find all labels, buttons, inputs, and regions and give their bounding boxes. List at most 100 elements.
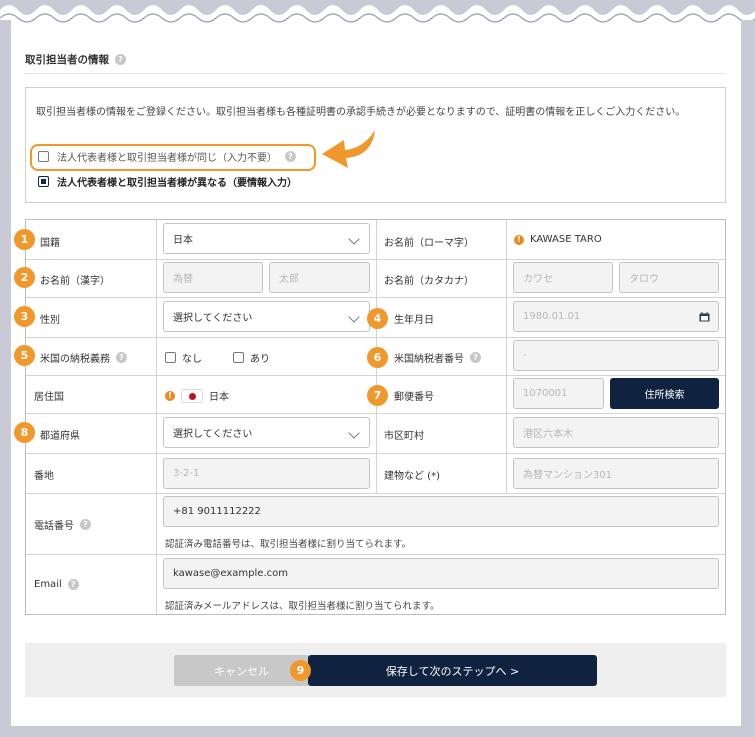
- label-phone: 電話番号 ?: [34, 517, 91, 532]
- residence-display: ! 日本: [165, 388, 229, 403]
- label-city: 市区町村: [384, 431, 424, 442]
- label-prefecture: 都道府県: [40, 431, 80, 442]
- chevron-down-icon: [348, 233, 360, 245]
- label-email: Email ?: [34, 579, 79, 590]
- label-residence: 居住国: [34, 392, 64, 403]
- row-street: 番地 3-2-1 建物など (*) 為替マンション301: [26, 454, 725, 494]
- label-us-tax-id: 米国納税者番号 ?: [394, 350, 481, 365]
- placeholder-text: 1980.01.01: [523, 311, 581, 322]
- label-name-romaji: お名前（ローマ字）: [384, 238, 474, 249]
- label-gender: 性別: [40, 315, 60, 326]
- placeholder-text: 3-2-1: [173, 468, 200, 479]
- label-nationality: 国籍: [40, 238, 60, 249]
- label-name-kana: お名前（カタカナ）: [384, 276, 474, 287]
- divider: [25, 73, 726, 74]
- step-badge-6: 6: [367, 347, 388, 368]
- step-badge-4: 4: [367, 308, 388, 329]
- help-icon[interactable]: ?: [470, 352, 481, 363]
- phone-note: 認証済み電話番号は、取引担当者様に割り当てられます。: [165, 539, 412, 550]
- label-building: 建物など (*): [384, 471, 440, 482]
- us-tax-yes-label: あり: [250, 354, 270, 365]
- contact-form-table: 1 国籍 日本 お名前（ローマ字） ! KAWASE TARO 2 お名前（漢字…: [14, 219, 726, 616]
- label-us-tax-text: 米国の納税義務: [40, 354, 110, 365]
- name-kanji-last-input[interactable]: 為替: [163, 262, 263, 293]
- row-nationality: 1 国籍 日本 お名前（ローマ字） ! KAWASE TARO: [14, 220, 725, 260]
- placeholder-text: 1070001: [523, 388, 568, 399]
- address-search-button[interactable]: 住所検索: [610, 378, 719, 409]
- name-kana-last-input[interactable]: カワセ: [513, 262, 613, 293]
- step-badge-8: 8: [14, 422, 35, 443]
- street-input[interactable]: 3-2-1: [163, 458, 370, 489]
- label-name-kanji: お名前（漢字）: [40, 276, 110, 287]
- chevron-down-icon: [348, 427, 360, 439]
- save-next-button[interactable]: 保存して次のステップへ >: [308, 655, 597, 686]
- row-gender: 3 性別 選択してください 4 生年月日 1980.01.01: [14, 298, 725, 338]
- help-icon[interactable]: ?: [115, 54, 126, 65]
- row-us-tax: 5 米国の納税義務 ? なし あり 6 米国納税者番号 ? -: [14, 338, 725, 376]
- us-tax-option-yes[interactable]: あり: [233, 350, 270, 365]
- name-romaji-display: ! KAWASE TARO: [514, 234, 602, 245]
- japan-flag-icon: [181, 388, 203, 403]
- label-email-text: Email: [34, 579, 62, 590]
- option-same-person[interactable]: 法人代表者様と取引担当者様が同じ（入力不要） ?: [38, 149, 296, 164]
- checkbox-us-tax-no[interactable]: [165, 352, 176, 363]
- email-input[interactable]: kawase@example.com: [163, 558, 719, 589]
- label-birthdate: 生年月日: [394, 315, 434, 326]
- postal-input[interactable]: 1070001: [513, 378, 604, 409]
- prefecture-value: 選択してください: [173, 429, 253, 440]
- option-different-person[interactable]: 法人代表者様と取引担当者様が異なる（要情報入力）: [38, 174, 297, 189]
- warning-icon: !: [514, 234, 524, 245]
- phone-input[interactable]: +81 9011112222: [163, 496, 719, 527]
- label-postal: 郵便番号: [394, 392, 434, 403]
- us-tax-option-no[interactable]: なし: [165, 350, 202, 365]
- email-value: kawase@example.com: [173, 568, 288, 579]
- placeholder-text: カワセ: [523, 274, 553, 285]
- name-kanji-first-input[interactable]: 太郎: [269, 262, 370, 293]
- section-title-text: 取引担当者の情報: [25, 54, 109, 66]
- row-name: 2 お名前（漢字） 為替 太郎 お名前（カタカナ） カワセ タロウ: [14, 260, 725, 298]
- step-badge-7: 7: [367, 385, 388, 406]
- name-romaji-value: KAWASE TARO: [530, 234, 602, 245]
- calendar-icon[interactable]: [699, 312, 710, 322]
- option-different-label: 法人代表者様と取引担当者様が異なる（要情報入力）: [57, 178, 297, 189]
- gender-select[interactable]: 選択してください: [163, 301, 370, 332]
- help-icon[interactable]: ?: [67, 579, 79, 590]
- row-phone: 電話番号 ? +81 9011112222 認証済み電話番号は、取引担当者様に割…: [26, 494, 725, 555]
- phone-value: +81 9011112222: [173, 506, 261, 517]
- info-description: 取引担当者様の情報をご登録ください。取引担当者様も各種証明書の承認手続きが必要と…: [36, 107, 686, 118]
- prefecture-select[interactable]: 選択してください: [163, 417, 370, 448]
- placeholder-text: 港区六本木: [523, 429, 573, 440]
- option-same-label: 法人代表者様と取引担当者様が同じ（入力不要）: [57, 153, 277, 164]
- row-residence: 居住国 ! 日本 7 郵便番号 1070001 住所検索: [26, 376, 725, 414]
- section-title: 取引担当者の情報 ?: [25, 52, 126, 67]
- label-us-tax: 米国の納税義務 ?: [40, 350, 127, 365]
- birthdate-input[interactable]: 1980.01.01: [513, 301, 719, 332]
- label-phone-text: 電話番号: [34, 521, 74, 532]
- step-badge-9: 9: [290, 660, 311, 681]
- pointer-arrow-icon: [322, 130, 375, 168]
- checkbox-same-person[interactable]: [38, 151, 49, 162]
- checkbox-us-tax-yes[interactable]: [233, 352, 244, 363]
- checkbox-different-person[interactable]: [38, 176, 49, 187]
- step-badge-3: 3: [14, 306, 35, 327]
- label-us-tax-id-text: 米国納税者番号: [394, 354, 464, 365]
- name-kana-first-input[interactable]: タロウ: [619, 262, 719, 293]
- residence-value: 日本: [209, 392, 229, 403]
- email-note: 認証済みメールアドレスは、取引担当者様に割り当てられます。: [165, 601, 440, 612]
- help-icon[interactable]: ?: [285, 151, 296, 162]
- nationality-select[interactable]: 日本: [163, 223, 370, 254]
- cancel-button[interactable]: キャンセル: [174, 655, 309, 686]
- placeholder-text: 太郎: [279, 274, 299, 285]
- row-email: Email ? kawase@example.com 認証済みメールアドレスは、…: [26, 555, 725, 616]
- torn-paper-edge: [0, 0, 755, 40]
- building-input[interactable]: 為替マンション301: [513, 458, 719, 489]
- action-footer: キャンセル 保存して次のステップへ > 9: [25, 643, 726, 697]
- help-icon[interactable]: ?: [80, 519, 91, 530]
- placeholder-text: 為替: [173, 274, 193, 285]
- placeholder-text: タロウ: [629, 274, 659, 285]
- placeholder-text: 為替マンション301: [523, 470, 613, 481]
- help-icon[interactable]: ?: [116, 352, 127, 363]
- us-tax-id-input[interactable]: -: [513, 340, 719, 371]
- city-input[interactable]: 港区六本木: [513, 417, 719, 448]
- label-street: 番地: [34, 471, 54, 482]
